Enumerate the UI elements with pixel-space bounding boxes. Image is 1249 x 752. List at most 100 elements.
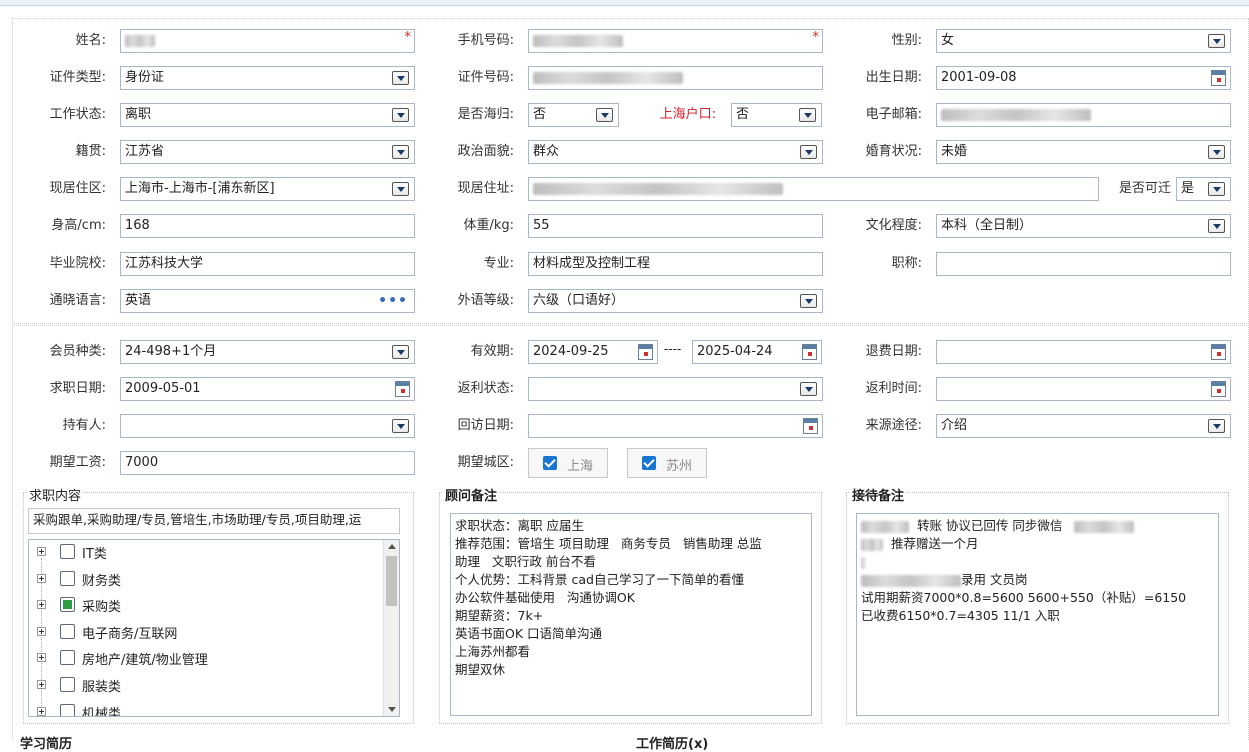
tree-item[interactable]: 房地产/建筑/物业管理 xyxy=(29,646,379,672)
tree-checkbox[interactable] xyxy=(60,650,75,666)
holder-select[interactable] xyxy=(120,414,415,438)
expand-icon[interactable] xyxy=(37,626,46,636)
city-shanghai-checkbox[interactable]: 上海 xyxy=(528,448,608,478)
tree-checkbox[interactable] xyxy=(60,597,75,613)
lang-level-select[interactable]: 六级（口语好） xyxy=(528,289,823,313)
marital-select[interactable]: 未婚 xyxy=(936,140,1231,164)
scroll-down-icon[interactable] xyxy=(388,707,396,712)
valid-from-input[interactable]: 2024-09-25 xyxy=(528,340,658,364)
dropdown-icon[interactable] xyxy=(392,108,409,122)
dropdown-icon[interactable] xyxy=(800,145,817,159)
calendar-icon[interactable] xyxy=(395,381,410,397)
tree-item[interactable]: 电子商务/互联网 xyxy=(29,620,379,646)
dropdown-icon[interactable] xyxy=(596,108,613,122)
work-status-select[interactable]: 离职 xyxy=(120,103,415,127)
rebate-time-input[interactable] xyxy=(936,377,1231,401)
job-category-tree[interactable]: IT类财务类采购类电子商务/互联网 房地产/建筑/物业管理 服装类 机械类 xyxy=(28,539,400,717)
tree-checkbox[interactable] xyxy=(60,623,75,639)
dropdown-icon[interactable] xyxy=(392,71,409,85)
visit-date-input[interactable] xyxy=(528,414,823,438)
calendar-icon[interactable] xyxy=(1211,70,1226,86)
calendar-icon[interactable] xyxy=(638,344,653,360)
tree-item[interactable]: 机械类 xyxy=(29,700,379,716)
email-input[interactable] xyxy=(936,103,1231,127)
phone-input[interactable]: * xyxy=(528,29,823,53)
calendar-icon[interactable] xyxy=(1211,381,1226,397)
tree-item[interactable]: IT类 xyxy=(29,540,379,566)
calendar-icon[interactable] xyxy=(803,418,818,434)
sh-hukou-select[interactable]: 否 xyxy=(731,103,822,127)
overseas-select[interactable]: 否 xyxy=(528,103,619,127)
city-suzhou-checkbox[interactable]: 苏州 xyxy=(627,448,707,478)
rebate-status-select[interactable] xyxy=(528,377,823,401)
expand-icon[interactable] xyxy=(37,653,46,663)
dropdown-icon[interactable] xyxy=(392,419,409,433)
more-icon[interactable]: ••• xyxy=(378,290,408,312)
dropdown-icon[interactable] xyxy=(1208,419,1225,433)
relocate-select[interactable]: 是 xyxy=(1176,177,1231,201)
tree-item[interactable]: 服装类 xyxy=(29,673,379,699)
expand-icon[interactable] xyxy=(37,547,46,556)
gender-select[interactable]: 女 xyxy=(936,29,1231,53)
residence-addr-input[interactable] xyxy=(528,177,1099,201)
study-resume-label: 学习简历 xyxy=(20,737,73,752)
language-input[interactable]: 英语 ••• xyxy=(120,289,415,313)
salary-input[interactable]: 7000 xyxy=(120,451,415,475)
major-input[interactable]: 材料成型及控制工程 xyxy=(528,252,823,276)
dropdown-icon[interactable] xyxy=(1208,219,1225,233)
redacted-text xyxy=(533,71,683,84)
dropdown-icon[interactable] xyxy=(392,182,409,196)
note-line: 转账 协议已回传 同步微信 xyxy=(861,517,1214,535)
job-date-input[interactable]: 2009-05-01 xyxy=(120,377,415,401)
education-select[interactable]: 本科（全日制） xyxy=(936,214,1231,238)
member-type-select[interactable]: 24-498+1个月 xyxy=(120,340,415,364)
native-select[interactable]: 江苏省 xyxy=(120,140,415,164)
dropdown-icon[interactable] xyxy=(800,294,817,308)
weight-input[interactable]: 55 xyxy=(528,214,823,238)
tree-checkbox[interactable] xyxy=(60,677,75,692)
expand-icon[interactable] xyxy=(37,706,46,716)
height-input[interactable]: 168 xyxy=(120,214,415,238)
tree-item-label: IT类 xyxy=(82,547,107,562)
political-select[interactable]: 群众 xyxy=(528,140,823,164)
dropdown-icon[interactable] xyxy=(392,345,409,359)
scroll-thumb[interactable] xyxy=(386,556,397,606)
birth-date-input[interactable]: 2001-09-08 xyxy=(936,66,1231,90)
note-line: 录用 文员岗 xyxy=(861,571,1214,589)
id-no-input[interactable] xyxy=(528,66,823,90)
education-value: 本科（全日制） xyxy=(941,218,1033,233)
dropdown-icon[interactable] xyxy=(799,108,816,122)
calendar-icon[interactable] xyxy=(802,344,817,360)
residence-area-select[interactable]: 上海市-上海市-[浦东新区] xyxy=(120,177,415,201)
tree-item[interactable]: 财务类 xyxy=(29,567,379,593)
dropdown-icon[interactable] xyxy=(1208,34,1225,48)
school-input[interactable]: 江苏科技大学 xyxy=(120,252,415,276)
tree-checkbox[interactable] xyxy=(60,544,75,559)
advisor-notes-textarea[interactable]: 求职状态：离职 应届生 推荐范围：管培生 项目助理 商务专员 销售助理 总监 助… xyxy=(450,513,812,716)
redacted-text xyxy=(1074,520,1135,533)
title-input[interactable] xyxy=(936,252,1231,276)
source-select[interactable]: 介绍 xyxy=(936,414,1231,438)
dropdown-icon[interactable] xyxy=(1208,145,1225,159)
name-input[interactable]: * xyxy=(120,29,415,53)
tree-scrollbar[interactable] xyxy=(383,540,399,716)
job-content-selected-input[interactable]: 采购跟单,采购助理/专员,管培生,市场助理/专员,项目助理,运 xyxy=(28,508,400,534)
scroll-up-icon[interactable] xyxy=(388,544,396,549)
dropdown-icon[interactable] xyxy=(800,382,817,396)
expand-icon[interactable] xyxy=(37,573,46,583)
id-type-select[interactable]: 身份证 xyxy=(120,66,415,90)
reception-notes-textarea[interactable]: 转账 协议已回传 同步微信 推荐赠送一个月 录用 文员岗 试用期薪资7000*0… xyxy=(856,513,1219,716)
refund-date-input[interactable] xyxy=(936,340,1231,364)
tree-item-label: 采购类 xyxy=(82,600,122,616)
dropdown-icon[interactable] xyxy=(392,145,409,159)
calendar-icon[interactable] xyxy=(1211,344,1226,360)
valid-to-input[interactable]: 2025-04-24 xyxy=(692,340,822,364)
expand-icon[interactable] xyxy=(37,600,46,610)
dropdown-icon[interactable] xyxy=(1208,182,1225,196)
tree-item[interactable]: 采购类 xyxy=(29,593,379,619)
expand-icon[interactable] xyxy=(37,680,46,689)
tree-checkbox[interactable] xyxy=(60,703,75,716)
checkbox-checked-icon xyxy=(543,456,557,470)
tree-checkbox[interactable] xyxy=(60,570,75,586)
job-date-label: 求职日期: xyxy=(49,381,106,396)
